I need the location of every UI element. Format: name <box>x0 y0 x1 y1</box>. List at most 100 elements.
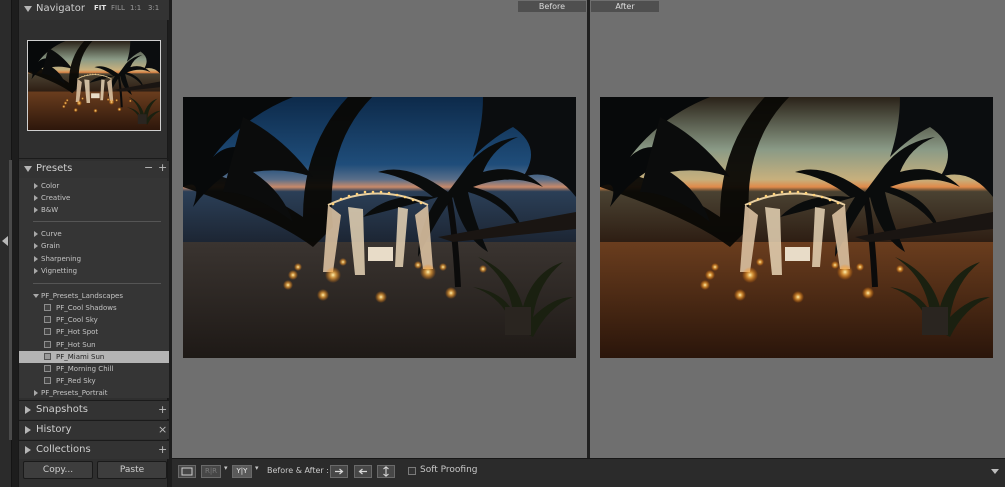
after-label: After <box>591 1 659 12</box>
presets-title: Presets <box>36 163 73 174</box>
before-label: Before <box>518 1 586 12</box>
navigator-header[interactable]: Navigator FIT FILL 1:1 3:1 <box>19 0 169 20</box>
expand-triangle-icon <box>34 268 38 274</box>
preset-group-color[interactable]: Color <box>19 180 169 192</box>
preset-group-label: Color <box>41 182 60 190</box>
expanded-triangle-icon <box>33 294 39 298</box>
navigator-preview[interactable] <box>27 40 161 131</box>
yy-dropdown-icon[interactable]: ▾ <box>255 464 259 472</box>
before-after-rr-button[interactable]: R|R <box>201 465 221 478</box>
remove-preset-button[interactable]: − <box>144 161 153 174</box>
navigator-title: Navigator <box>36 3 85 14</box>
snapshots-header[interactable]: Snapshots + <box>19 401 169 419</box>
preset-group-label: Sharpening <box>41 255 82 263</box>
collapse-triangle-icon <box>24 6 32 12</box>
history-header[interactable]: History × <box>19 421 169 439</box>
preset-group-label: Grain <box>41 242 60 250</box>
expand-triangle-icon <box>34 256 38 262</box>
preset-file-icon <box>44 341 51 348</box>
expand-triangle-icon <box>34 231 38 237</box>
rr-dropdown-icon[interactable]: ▾ <box>224 464 228 472</box>
history-title: History <box>36 424 72 435</box>
preset-item-label: PF_Cool Sky <box>56 316 98 324</box>
preset-file-icon <box>44 377 51 384</box>
presets-header[interactable]: Presets − + <box>19 161 169 178</box>
preset-item-label: PF_Red Sky <box>56 377 96 385</box>
add-snapshot-button[interactable]: + <box>158 403 167 416</box>
preset-group-vignetting[interactable]: Vignetting <box>19 265 169 277</box>
preset-item[interactable]: PF_Morning Chill <box>19 363 169 375</box>
preset-group-creative[interactable]: Creative <box>19 192 169 204</box>
preset-item-label: PF_Morning Chill <box>56 365 114 373</box>
snapshots-title: Snapshots <box>36 404 88 415</box>
preset-group-label: Curve <box>41 230 62 238</box>
preset-file-icon <box>44 316 51 323</box>
zoom-fit[interactable]: FIT <box>94 4 106 12</box>
preset-file-icon <box>44 328 51 335</box>
expand-triangle-icon <box>34 183 38 189</box>
preset-item-label: PF_Hot Spot <box>56 328 99 336</box>
before-after-yy-button[interactable]: Y|Y <box>232 465 252 478</box>
preset-group-label: Vignetting <box>41 267 78 275</box>
left-panel: Navigator FIT FILL 1:1 3:1 Presets − + C… <box>18 0 169 487</box>
copy-button[interactable]: Copy... <box>23 461 93 479</box>
zoom-1-1[interactable]: 1:1 <box>130 4 141 12</box>
preset-group-label: B&W <box>41 206 59 214</box>
preset-group-label: PF_Presets_Landscapes <box>41 292 123 300</box>
preset-item-label: PF_Cool Shadows <box>56 304 117 312</box>
zoom-3-1[interactable]: 3:1 <box>148 4 159 12</box>
preset-item[interactable]: PF_Red Sky <box>19 375 169 387</box>
preset-item[interactable]: PF_Cool Shadows <box>19 302 169 314</box>
preset-file-icon <box>44 353 51 360</box>
preset-file-icon <box>44 304 51 311</box>
preset-group-label: PF_Presets_Portrait <box>41 389 108 397</box>
preset-group-portrait[interactable]: PF_Presets_Portrait <box>19 387 169 399</box>
preset-group-sharpening[interactable]: Sharpening <box>19 253 169 265</box>
preset-item[interactable]: PF_Hot Sun <box>19 339 169 351</box>
before-after-view: Before After <box>172 0 1005 458</box>
expand-triangle-icon <box>34 243 38 249</box>
collapsed-triangle-icon <box>25 406 31 414</box>
left-edge-strip <box>0 0 12 487</box>
clear-history-button[interactable]: × <box>158 423 167 436</box>
preset-group-grain[interactable]: Grain <box>19 240 169 252</box>
collapse-triangle-icon <box>24 166 32 172</box>
copy-before-to-after-icon[interactable] <box>330 465 348 478</box>
soft-proofing-checkbox[interactable] <box>408 467 416 475</box>
swap-before-after-icon[interactable] <box>377 465 395 478</box>
toolbar-options-chevron-down-icon[interactable] <box>991 469 999 474</box>
soft-proofing-label: Soft Proofing <box>420 465 478 475</box>
view-divider <box>587 0 590 458</box>
group-divider <box>33 283 161 284</box>
bottom-toolbar: R|R ▾ Y|Y ▾ Before & After : Soft Proofi… <box>172 458 1005 487</box>
preset-group-label: Creative <box>41 194 71 202</box>
after-photo[interactable] <box>600 97 993 358</box>
preset-group-bw[interactable]: B&W <box>19 204 169 216</box>
preset-item-selected[interactable]: PF_Miami Sun <box>19 351 169 363</box>
collapsed-triangle-icon <box>25 446 31 454</box>
expand-triangle-icon <box>34 390 38 396</box>
add-preset-button[interactable]: + <box>158 161 167 174</box>
presets-list: Color Creative B&W Curve Grain Sharpenin… <box>19 178 169 398</box>
preset-group-curve[interactable]: Curve <box>19 228 169 240</box>
paste-button[interactable]: Paste <box>97 461 167 479</box>
panel-scrollbar[interactable] <box>9 160 12 440</box>
collapsed-triangle-icon <box>25 426 31 434</box>
collapse-left-panel-icon[interactable] <box>2 236 8 246</box>
zoom-fill[interactable]: FILL <box>111 4 125 12</box>
copy-after-to-before-icon[interactable] <box>354 465 372 478</box>
before-photo[interactable] <box>183 97 576 358</box>
group-divider <box>33 221 161 222</box>
preset-item[interactable]: PF_Hot Spot <box>19 326 169 338</box>
preset-item-label: PF_Hot Sun <box>56 341 96 349</box>
separator <box>19 158 169 159</box>
collections-header[interactable]: Collections + <box>19 441 169 459</box>
loupe-view-icon[interactable] <box>178 465 196 478</box>
add-collection-button[interactable]: + <box>158 443 167 456</box>
collections-title: Collections <box>36 444 91 455</box>
preset-group-landscapes[interactable]: PF_Presets_Landscapes <box>19 290 169 302</box>
preset-file-icon <box>44 365 51 372</box>
preset-item[interactable]: PF_Cool Sky <box>19 314 169 326</box>
expand-triangle-icon <box>34 207 38 213</box>
before-after-label: Before & After : <box>267 466 329 475</box>
